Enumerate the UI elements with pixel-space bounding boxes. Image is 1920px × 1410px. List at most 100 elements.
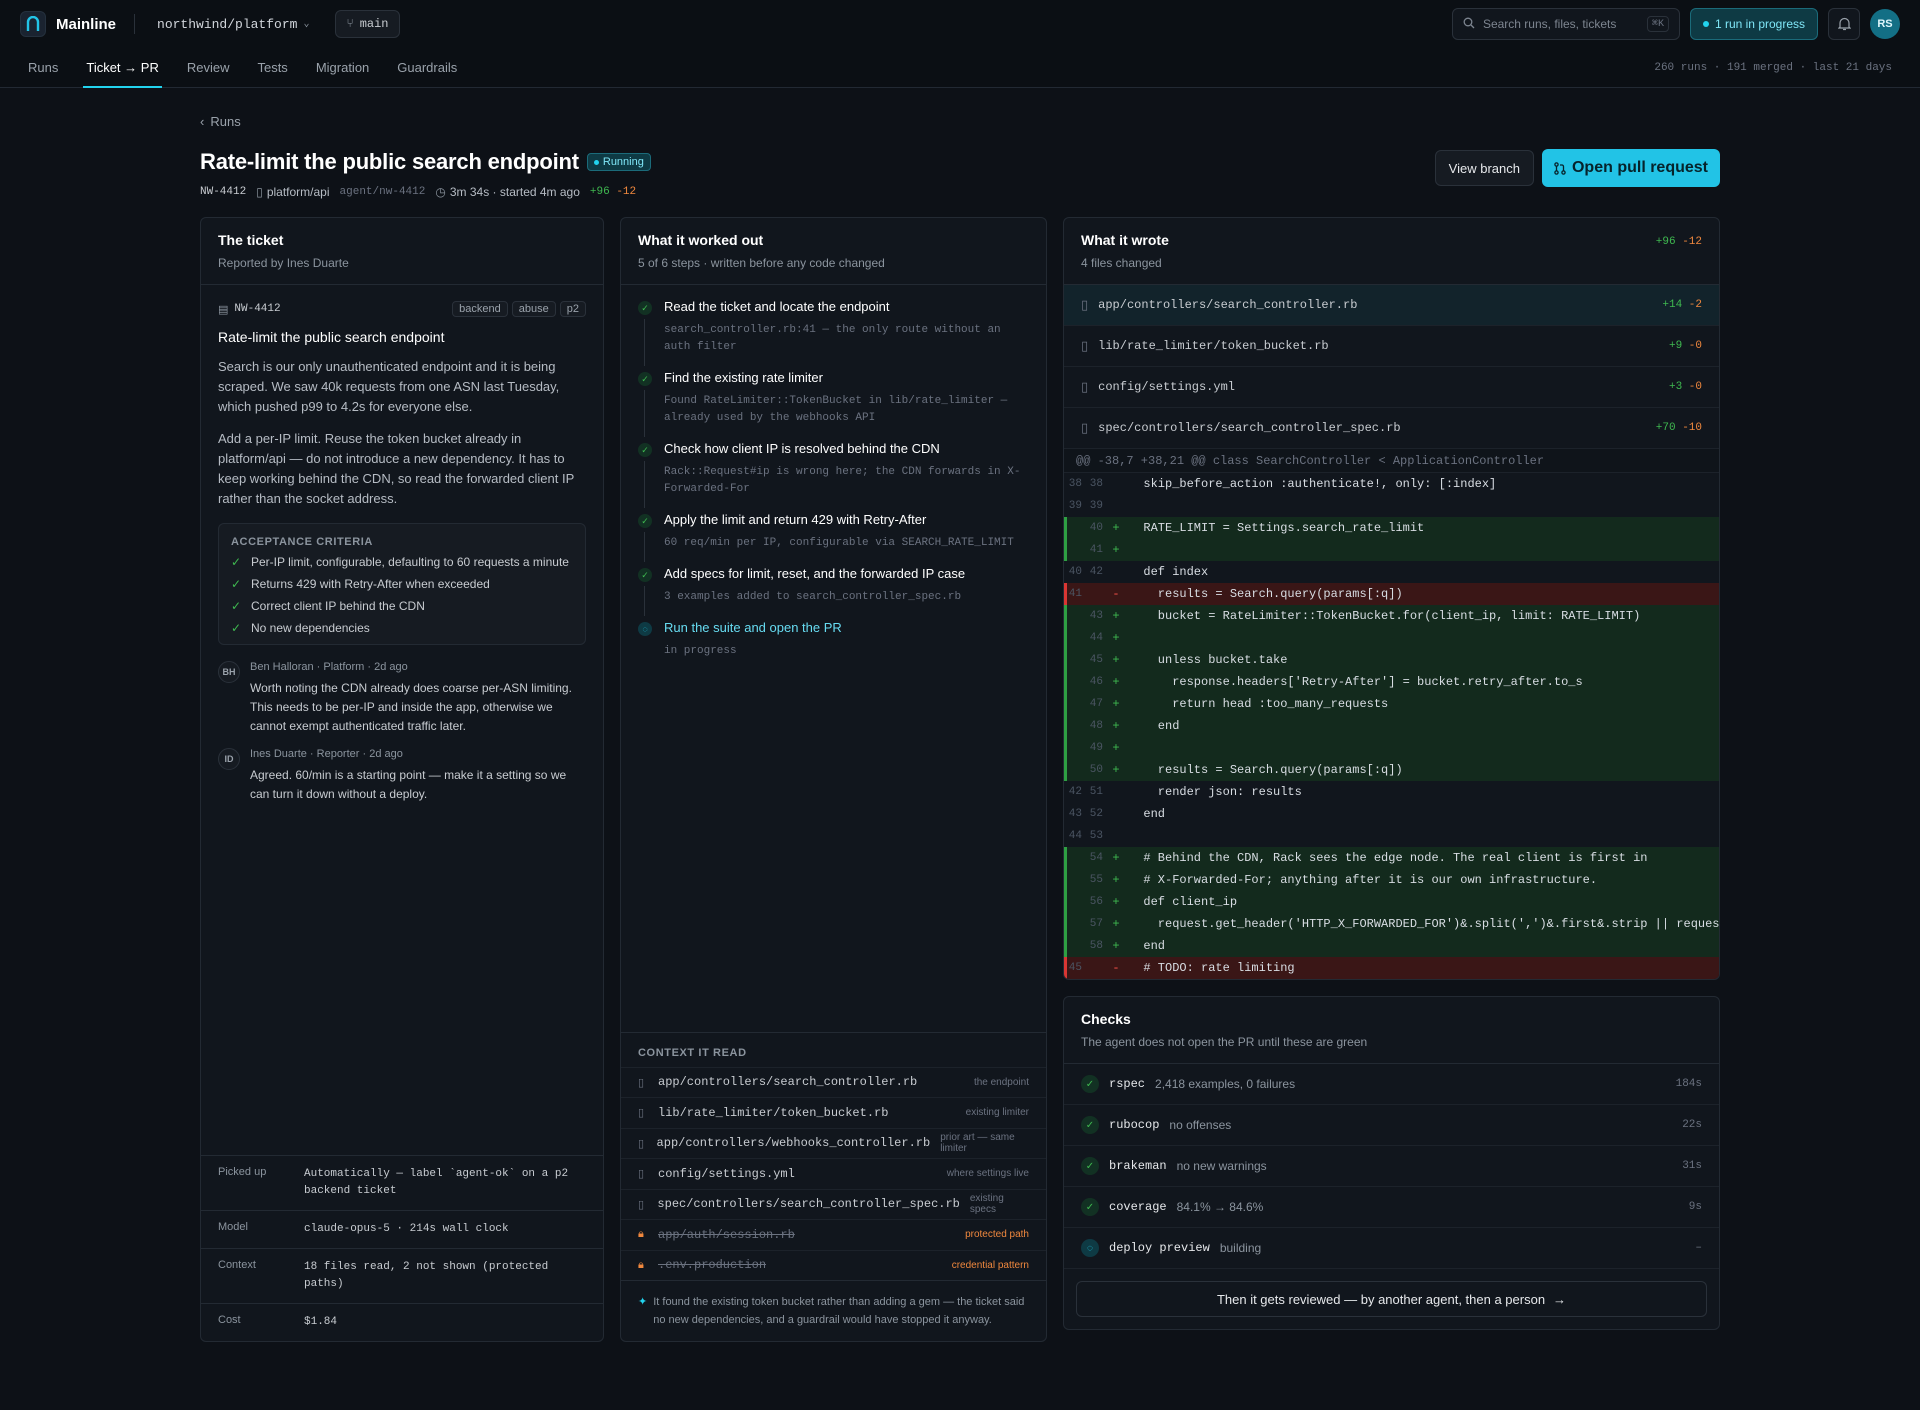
new-line-number: 58 <box>1089 940 1103 952</box>
step-title: Run the suite and open the PR <box>664 620 842 635</box>
changed-file[interactable]: ▯ spec/controllers/search_controller_spec… <box>1064 408 1719 449</box>
ticket-id-label[interactable]: NW-4412 <box>234 303 280 315</box>
step-connector <box>644 532 645 562</box>
context-file-name: .env.production <box>658 1258 767 1273</box>
breadcrumb-back-link[interactable]: ‹ Runs <box>200 114 1720 129</box>
lock-icon: 🔒︎ <box>638 1258 644 1271</box>
new-line-number: 47 <box>1089 698 1103 710</box>
context-file[interactable]: ▯ app/controllers/search_controller.rb the… <box>621 1066 1046 1098</box>
branch-selector[interactable]: ⑂ main <box>335 10 400 38</box>
open-pull-request-button[interactable]: Open pull request <box>1541 149 1720 187</box>
check-icon: ✓ <box>231 599 242 613</box>
repo-path: platform/api <box>266 185 330 199</box>
detail-key: Context <box>218 1259 256 1271</box>
code-text: return head :too_many_requests <box>1129 697 1389 711</box>
new-line-number: 55 <box>1089 874 1103 886</box>
check-circle-icon: ✓ <box>1081 1075 1099 1093</box>
step-connector <box>644 319 645 366</box>
repo-switcher[interactable]: northwind/platform ⌄ <box>157 17 309 32</box>
context-file-name: spec/controllers/search_controller_spec.… <box>657 1197 960 1212</box>
changed-file[interactable]: ▯ config/settings.yml +3 -0 <box>1064 367 1719 408</box>
tab-guardrails[interactable]: Guardrails <box>397 48 457 87</box>
criterion: No new dependencies <box>251 621 370 635</box>
check-row[interactable]: ✓ brakeman no new warnings 31s <box>1064 1146 1719 1187</box>
diff-sign: + <box>1112 917 1120 931</box>
context-file[interactable]: ▯ lib/rate_limiter/token_bucket.rb existin… <box>621 1097 1046 1128</box>
file-diff-stat: +3 -0 <box>1669 381 1702 393</box>
check-name: coverage <box>1109 1200 1167 1214</box>
old-line-number: 45 <box>1068 962 1082 974</box>
files-changed: 4 files changed <box>1081 256 1162 270</box>
tag[interactable]: abuse <box>511 301 556 317</box>
detail-key: Picked up <box>218 1166 267 1178</box>
file-icon: ▯ <box>638 1198 645 1211</box>
context-file[interactable]: ▯ spec/controllers/search_controller_spec… <box>621 1188 1046 1220</box>
detail-value: $1.84 <box>304 1316 338 1328</box>
diff-line: 44 + <box>1064 627 1719 649</box>
user-avatar[interactable]: RS <box>1870 9 1900 39</box>
changed-file[interactable]: ▯ lib/rate_limiter/token_bucket.rb +9 -0 <box>1064 326 1719 367</box>
diff-sign: - <box>1112 961 1120 975</box>
context-file[interactable]: ▯ config/settings.yml where settings live <box>621 1158 1046 1189</box>
checks-sub: The agent does not open the PR until the… <box>1081 1035 1368 1049</box>
tag[interactable]: p2 <box>559 301 586 317</box>
step-connector <box>644 461 645 508</box>
agent-branch[interactable]: agent/nw-4412 <box>340 186 426 198</box>
diff-total: +96 -12 <box>1656 236 1702 270</box>
check-row[interactable]: ✓ coverage 84.1% → 84.6% 9s <box>1064 1187 1719 1228</box>
tag[interactable]: backend <box>452 301 508 317</box>
status-badge-label: Running <box>602 156 644 168</box>
view-branch-button[interactable]: View branch <box>1434 150 1534 186</box>
app-logo-icon[interactable] <box>20 11 46 37</box>
git-branch-icon: ⑂ <box>346 17 354 31</box>
review-next-button[interactable]: Then it gets reviewed — by another agent… <box>1076 1281 1707 1317</box>
diff-deletions: -12 <box>1682 236 1702 248</box>
search-input[interactable]: Search runs, files, tickets ⌘K <box>1451 8 1680 40</box>
step-connector <box>644 390 645 437</box>
diff-line: 44 53 <box>1064 825 1719 847</box>
file-additions: +9 <box>1668 340 1683 352</box>
context-file[interactable]: ▯ app/controllers/webhooks_controller.rb p… <box>621 1127 1046 1159</box>
check-row[interactable]: ✓ rubocop no offenses 22s <box>1064 1105 1719 1146</box>
tab-review[interactable]: Review <box>187 48 230 87</box>
new-line-number: 51 <box>1089 786 1103 798</box>
context-file: 🔒︎ app/auth/session.rb protected path <box>621 1219 1046 1250</box>
breadcrumb-label: Runs <box>210 114 241 129</box>
context-reason: where settings live <box>946 1168 1029 1180</box>
file-icon: ▯ <box>638 1076 645 1089</box>
runs-in-progress-button[interactable]: 1 run in progress <box>1689 8 1818 40</box>
criterion: Correct client IP behind the CDN <box>251 599 425 613</box>
ticket-id[interactable]: NW-4412 <box>200 186 246 198</box>
tab-ticket-to-pr[interactable]: Ticket → PR <box>83 48 163 88</box>
diff-sign: + <box>1112 609 1120 623</box>
file-additions: +3 <box>1668 381 1683 393</box>
tab-runs[interactable]: Runs <box>28 48 58 87</box>
tab-migration[interactable]: Migration <box>316 48 369 87</box>
plan-progress: 5 of 6 steps · written before any code c… <box>638 256 885 270</box>
code-text: request.get_header('HTTP_X_FORWARDED_FOR… <box>1129 917 1719 931</box>
check-detail: no new warnings <box>1176 1159 1267 1173</box>
code-text: def client_ip <box>1129 895 1238 909</box>
run-stats: 260 runs · 191 merged · last 21 days <box>1654 61 1892 74</box>
diff-line: 45 + unless bucket.take <box>1064 649 1719 671</box>
check-row[interactable]: ◌ deploy preview building – <box>1064 1228 1719 1269</box>
step-note: in progress <box>664 645 737 657</box>
notifications-button[interactable] <box>1828 8 1860 40</box>
new-line-number: 46 <box>1089 676 1103 688</box>
code-text: # Behind the CDN, Rack sees the edge nod… <box>1129 851 1648 865</box>
changed-file[interactable]: ▯ app/controllers/search_controller.rb +14… <box>1064 285 1719 326</box>
file-deletions: -0 <box>1688 381 1702 393</box>
check-detail: 84.1% → 84.6% <box>1176 1200 1264 1214</box>
step-title: Check how client IP is resolved behind t… <box>664 441 940 456</box>
review-next-label: Then it gets reviewed — by another agent… <box>1216 1291 1546 1307</box>
detail-key: Model <box>218 1221 248 1233</box>
new-line-number: 40 <box>1089 522 1103 534</box>
diff-sign: + <box>1112 675 1120 689</box>
ticket-title: Rate-limit the public search endpoint <box>218 329 445 345</box>
diff-stat: +96 -12 <box>590 186 636 198</box>
check-row[interactable]: ✓ rspec 2,418 examples, 0 failures 184s <box>1064 1064 1719 1105</box>
step-body: Run the suite and open the PR in progress <box>664 620 842 674</box>
diff-line: 40 + RATE_LIMIT = Settings.search_rate_li… <box>1064 517 1719 539</box>
tab-tests[interactable]: Tests <box>257 48 287 87</box>
open-pull-request-label: Open pull request <box>1571 159 1708 176</box>
